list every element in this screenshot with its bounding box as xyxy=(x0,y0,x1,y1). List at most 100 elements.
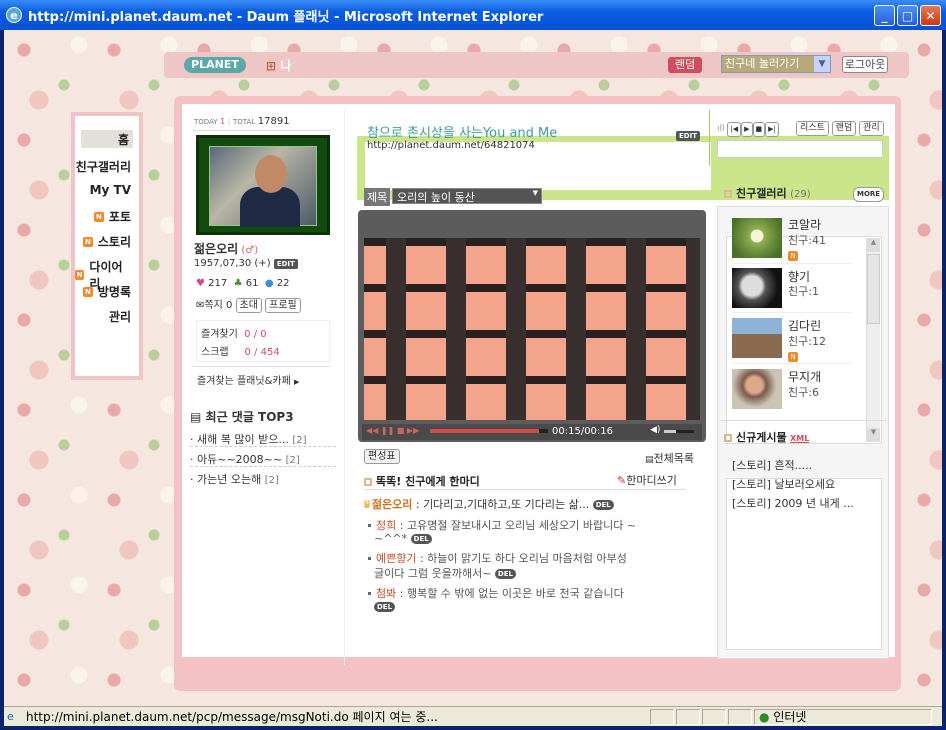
friend-thumbnail[interactable] xyxy=(732,369,782,409)
profile-name[interactable]: 젊은오리 (♂) xyxy=(194,240,258,257)
new-post-item[interactable]: [스토리] 흔적..... xyxy=(732,457,812,473)
scroll-up-icon[interactable]: ▲ xyxy=(867,238,880,252)
scroll-down-icon[interactable]: ▼ xyxy=(867,428,880,442)
friend-name[interactable]: 김다린 xyxy=(788,317,821,334)
all-list-label: 전체목록 xyxy=(653,452,694,465)
nav-photo-label: 포토 xyxy=(108,210,131,224)
volume-slider[interactable] xyxy=(664,430,694,433)
zone-panel: ● 인터넷 xyxy=(754,708,932,725)
title-edit-button[interactable]: EDIT xyxy=(676,128,700,141)
oneliner-author[interactable]: 첨봐 xyxy=(376,587,396,600)
delete-button[interactable]: DEL xyxy=(410,534,432,544)
new-post-item[interactable]: [스토리] 2009 년 내게 ... xyxy=(732,495,854,511)
oneliner-author[interactable]: 정희 xyxy=(376,519,396,532)
oneliner-author[interactable]: 젊은오리 xyxy=(372,498,412,511)
random-planet-button[interactable]: 랜덤 xyxy=(668,57,702,73)
xml-feed-link[interactable]: XML xyxy=(790,434,809,443)
volume-icon[interactable]: ◀) xyxy=(650,425,660,435)
player-title-select[interactable]: 오리의 높이 동산 ▼ xyxy=(392,188,542,204)
status-panel xyxy=(676,708,700,725)
nav-story[interactable]: N 스토리 xyxy=(82,233,131,250)
delete-button[interactable]: DEL xyxy=(374,602,396,612)
profile-photo[interactable] xyxy=(196,135,330,235)
write-oneliner-link[interactable]: ✎한마디쓰기 xyxy=(617,472,677,488)
divider xyxy=(732,363,852,364)
stop-icon[interactable]: ■ xyxy=(397,426,405,435)
friend-thumbnail[interactable] xyxy=(732,268,782,308)
nav-photo[interactable]: N 포토 xyxy=(93,208,131,225)
next-track-icon[interactable]: ▶| xyxy=(765,122,779,137)
recent-comment-count: [2] xyxy=(292,435,307,446)
nav-manage[interactable]: 관리 xyxy=(109,308,131,325)
fav-value[interactable]: 0 / 0 xyxy=(244,329,266,340)
friend-gallery-count: (29) xyxy=(790,189,811,200)
friend-gallery-more-button[interactable]: MORE xyxy=(853,186,885,202)
maximize-button[interactable]: □ xyxy=(897,5,918,26)
fav-label: 즐겨찾기 xyxy=(201,329,238,340)
friend-thumbnail[interactable] xyxy=(732,318,782,358)
nav-guestbook[interactable]: N 방명록 xyxy=(82,283,131,300)
profile-edit-button[interactable]: EDIT xyxy=(273,259,298,269)
friend-name[interactable]: 코알라 xyxy=(788,216,821,233)
nav-mytv[interactable]: My TV xyxy=(90,183,131,197)
profile-button[interactable]: 프로필 xyxy=(265,298,301,313)
play-icon[interactable]: ▶ xyxy=(741,122,753,137)
total-label: TOTAL xyxy=(233,118,256,126)
friend-name[interactable]: 무지개 xyxy=(788,368,821,385)
divider xyxy=(192,130,330,131)
zone-label: 인터넷 xyxy=(773,710,807,724)
playlist-edit-button[interactable]: 편성표 xyxy=(364,449,400,464)
fav-planets-link[interactable]: 즐겨찾는 플래닛&카페 ▶ xyxy=(197,372,299,387)
invite-button[interactable]: 초대 xyxy=(235,298,262,313)
planet-url[interactable]: http://planet.daum.net/64821074 xyxy=(367,140,535,151)
minimize-button[interactable]: _ xyxy=(874,5,895,26)
prev-track-icon[interactable]: |◀ xyxy=(727,122,742,137)
column-divider xyxy=(344,110,345,665)
music-list-button[interactable]: 리스트 xyxy=(796,121,829,136)
close-button[interactable]: ✕ xyxy=(920,5,941,26)
nav-home[interactable]: 홈 xyxy=(81,130,133,148)
clover-icon: ♣ xyxy=(233,278,243,289)
scrap-value[interactable]: 0 / 454 xyxy=(245,347,280,358)
delete-button[interactable]: DEL xyxy=(494,569,516,579)
my-planet-link[interactable]: ⊞ 나 xyxy=(266,57,291,74)
profile-actions: ✉쪽지 0 초대 프로필 xyxy=(196,296,301,313)
divider xyxy=(190,446,336,447)
progress-track[interactable] xyxy=(430,429,548,433)
new-badge-icon: N xyxy=(788,349,803,362)
stop-icon[interactable]: ■ xyxy=(752,122,766,137)
player-buttons: ◀◀ ❚❚ ■ ▶▶ xyxy=(366,426,419,435)
friend-visit-value: 친구네 놀러가기 xyxy=(725,57,800,70)
today-label: TODAY xyxy=(194,118,218,126)
status-bar: e http://mini.planet.daum.net/pcp/messag… xyxy=(4,706,942,726)
gallery-scrollbar[interactable]: ▲ ▼ xyxy=(866,238,880,442)
video-area[interactable] xyxy=(364,238,700,420)
music-manage-button[interactable]: 관리 xyxy=(859,121,884,136)
all-list-link[interactable]: ▤전체목록 xyxy=(645,450,694,466)
comment-icon: ▤ xyxy=(190,410,202,424)
pause-icon[interactable]: ❚❚ xyxy=(381,426,394,435)
chevron-down-icon[interactable]: ▼ xyxy=(814,56,830,72)
music-random-button[interactable]: 랜덤 xyxy=(831,121,857,136)
more-label: MORE xyxy=(853,187,885,202)
forward-icon[interactable]: ▶▶ xyxy=(407,426,419,435)
recent-comment-item[interactable]: · 새해 복 많이 받으... [2] xyxy=(190,431,307,447)
new-badge-icon: N xyxy=(82,236,93,247)
oneliner-author[interactable]: 예쁜향기 xyxy=(376,552,416,565)
recent-comment-item[interactable]: · 가는년 오는해 [2] xyxy=(190,471,279,487)
note-label[interactable]: 쪽지 xyxy=(204,300,222,311)
rewind-icon[interactable]: ◀◀ xyxy=(366,426,378,435)
recent-comment-item[interactable]: · 아듀~~2008~~ [2] xyxy=(190,451,300,467)
planet-logo[interactable]: PLANET xyxy=(184,57,246,73)
logout-button[interactable]: 로그아웃 xyxy=(842,56,888,73)
title-bar: e http://mini.planet.daum.net - Daum 플래닛… xyxy=(0,0,946,30)
status-panel xyxy=(702,708,726,725)
nav-friend-gallery[interactable]: 친구갤러리 xyxy=(76,158,131,175)
scroll-thumb[interactable] xyxy=(867,254,880,324)
delete-button[interactable]: DEL xyxy=(592,500,614,510)
friend-thumbnail[interactable] xyxy=(732,218,782,258)
new-post-item[interactable]: [스토리] 날보러오세요 xyxy=(732,476,835,492)
friend-visit-select[interactable]: 친구네 놀러가기 ▼ xyxy=(721,55,831,73)
new-badge-label: N xyxy=(788,352,798,362)
heart-icon: ♥ xyxy=(196,278,205,289)
